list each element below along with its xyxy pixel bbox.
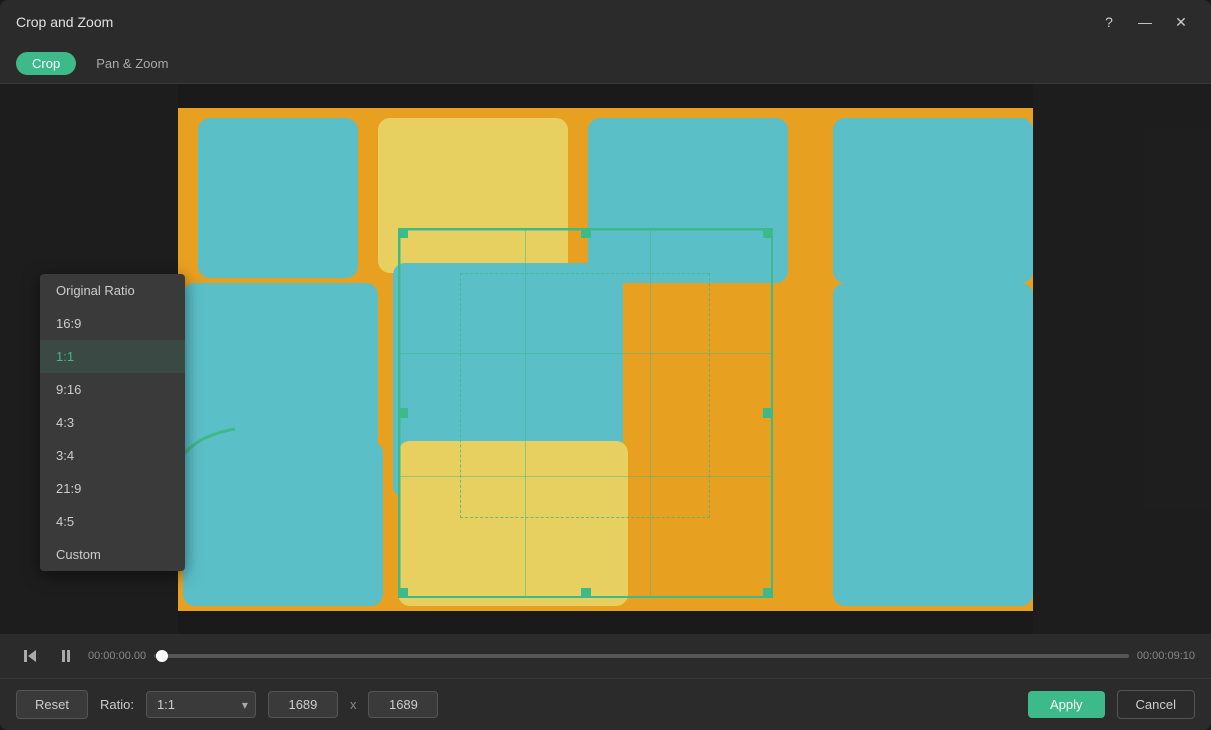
close-icon: ✕ — [1175, 14, 1187, 31]
reset-button[interactable]: Reset — [16, 690, 88, 719]
dropdown-item-9-16[interactable]: 9:16 — [40, 373, 185, 406]
current-time: 00:00:00.00 — [88, 650, 146, 662]
ratio-label: Ratio: — [100, 697, 134, 712]
tab-crop[interactable]: Crop — [16, 52, 76, 75]
food-box-2 — [378, 118, 568, 273]
bottom-controls: Reset Ratio: 1:1 Original Ratio 16:9 9:1… — [0, 678, 1211, 730]
tab-pan-zoom[interactable]: Pan & Zoom — [80, 52, 184, 75]
right-panel — [1033, 84, 1211, 634]
video-container: Original Ratio 16:9 1:1 9:16 4:3 3:4 21:… — [0, 84, 1211, 634]
title-controls: ? — ✕ — [1095, 8, 1195, 36]
window-title: Crop and Zoom — [16, 14, 113, 30]
apply-button[interactable]: Apply — [1028, 691, 1105, 718]
minimize-button[interactable]: — — [1131, 8, 1159, 36]
dropdown-item-16-9[interactable]: 16:9 — [40, 307, 185, 340]
x-separator: x — [350, 697, 357, 712]
play-button[interactable] — [52, 642, 80, 670]
dropdown-item-4-5[interactable]: 4:5 — [40, 505, 185, 538]
food-box-4 — [833, 118, 1033, 283]
main-area: Original Ratio 16:9 1:1 9:16 4:3 3:4 21:… — [0, 84, 1211, 730]
food-box-10 — [833, 441, 1033, 606]
tab-bar: Crop Pan & Zoom — [0, 44, 1211, 84]
timeline-bar: 00:00:00.00 00:00:09:10 — [0, 634, 1211, 678]
height-input[interactable] — [368, 691, 438, 718]
dropdown-item-custom[interactable]: Custom — [40, 538, 185, 571]
food-image — [178, 108, 1033, 611]
dropdown-item-21-9[interactable]: 21:9 — [40, 472, 185, 505]
dropdown-item-4-3[interactable]: 4:3 — [40, 406, 185, 439]
help-button[interactable]: ? — [1095, 8, 1123, 36]
timeline-thumb[interactable] — [156, 650, 168, 662]
dropdown-item-1-1[interactable]: 1:1 — [40, 340, 185, 373]
help-icon: ? — [1105, 14, 1113, 30]
dropdown-item-original[interactable]: Original Ratio — [40, 274, 185, 307]
food-box-3 — [588, 118, 788, 283]
app-window: Crop and Zoom ? — ✕ Crop Pan & Zoom — [0, 0, 1211, 730]
cancel-button[interactable]: Cancel — [1117, 690, 1195, 719]
close-button[interactable]: ✕ — [1167, 8, 1195, 36]
food-box-9 — [398, 441, 628, 606]
ratio-select[interactable]: 1:1 Original Ratio 16:9 9:16 4:3 3:4 21:… — [146, 691, 256, 718]
ratio-dropdown-menu: Original Ratio 16:9 1:1 9:16 4:3 3:4 21:… — [40, 274, 185, 571]
dropdown-item-3-4[interactable]: 3:4 — [40, 439, 185, 472]
timeline-track[interactable] — [154, 654, 1129, 658]
title-bar: Crop and Zoom ? — ✕ — [0, 0, 1211, 44]
food-box-8 — [183, 441, 383, 606]
food-box-1 — [198, 118, 358, 278]
minimize-icon: — — [1138, 14, 1152, 30]
ratio-select-wrapper: 1:1 Original Ratio 16:9 9:16 4:3 3:4 21:… — [146, 691, 256, 718]
video-frame — [178, 108, 1033, 611]
width-input[interactable] — [268, 691, 338, 718]
end-time: 00:00:09:10 — [1137, 650, 1195, 662]
back-button[interactable] — [16, 642, 44, 670]
